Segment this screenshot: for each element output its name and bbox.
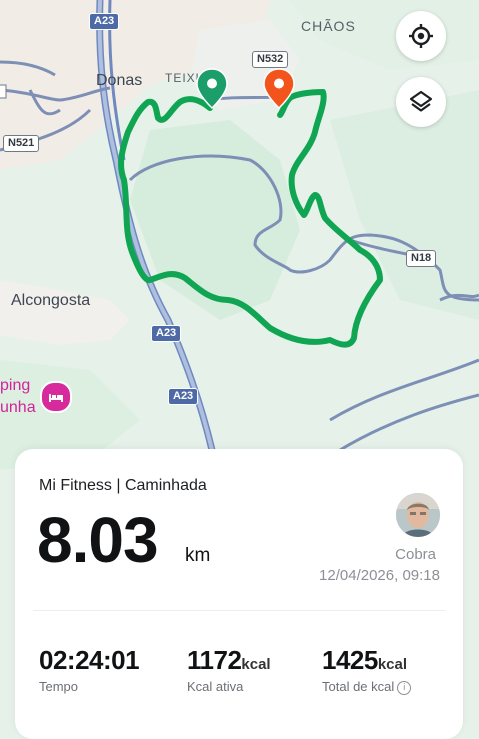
place-label-alcongosta: Alcongosta <box>11 292 91 309</box>
distance-unit: km <box>185 545 211 566</box>
road-shield-a23: A23 <box>151 325 182 342</box>
crosshair-target-icon <box>409 24 433 48</box>
stat-active-kcal-label: Kcal ativa <box>187 679 244 694</box>
stat-duration-label: Tempo <box>39 679 79 694</box>
map-layers-button[interactable] <box>396 77 446 127</box>
stat-active-kcal-value: 1172 <box>187 645 242 675</box>
avatar[interactable] <box>396 493 440 537</box>
locate-button[interactable] <box>396 11 446 61</box>
start-marker-icon[interactable] <box>195 68 229 110</box>
stat-total-kcal: 1425kcal Total de kcal i <box>322 645 412 695</box>
stat-active-kcal: 1172kcal Kcal ativa <box>187 645 271 694</box>
stat-total-kcal-label-text: Total de kcal <box>322 679 395 694</box>
road-shield-a23: A23 <box>89 13 120 30</box>
stat-duration: 02:24:01 Tempo <box>39 645 140 694</box>
road-shield-n532: N532 <box>252 51 289 68</box>
place-label-donas: Donas <box>96 72 143 89</box>
stat-total-kcal-value: 1425 <box>322 645 378 675</box>
user-name: Cobra <box>395 546 436 563</box>
camping-bed-icon[interactable] <box>40 381 72 413</box>
activity-datetime: 12/04/2026, 09:18 <box>319 567 440 584</box>
place-label-chaos: CHÃOS <box>301 18 356 34</box>
distance-value: 8.03 <box>37 504 159 576</box>
road-shield-n18: N18 <box>406 250 437 267</box>
poi-label-camping-line2: unha <box>0 399 36 416</box>
activity-source-title: Mi Fitness | Caminhada <box>39 477 207 494</box>
layers-icon <box>409 90 433 112</box>
road-shield-a23: A23 <box>168 388 199 405</box>
stat-duration-value: 02:24:01 <box>39 645 140 675</box>
end-marker-icon[interactable] <box>262 68 296 110</box>
stat-total-kcal-label: Total de kcal i <box>322 679 412 695</box>
activity-summary-card[interactable]: Mi Fitness | Caminhada 8.03 km Cobra 12/… <box>15 449 463 739</box>
poi-label-camping-line1: ping <box>0 377 31 394</box>
stat-active-kcal-unit: kcal <box>241 656 271 673</box>
info-icon[interactable]: i <box>397 680 412 695</box>
road-shield-n521: N521 <box>3 135 40 152</box>
stat-total-kcal-unit: kcal <box>377 656 408 673</box>
divider <box>33 610 445 611</box>
